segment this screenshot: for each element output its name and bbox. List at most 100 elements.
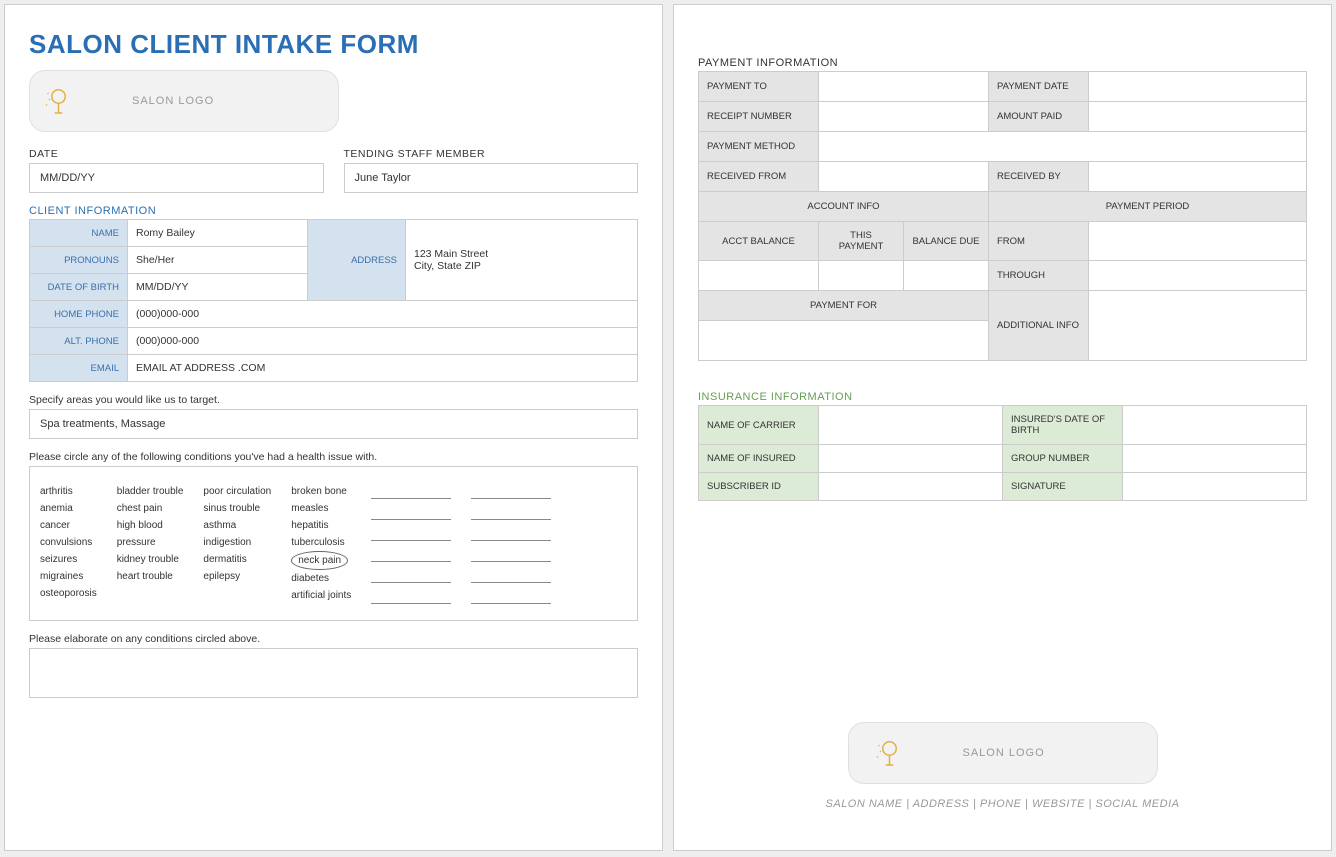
payment-to-value[interactable] [819, 72, 989, 102]
received-by-label: RECEIVED BY [989, 162, 1089, 192]
email-label: EMAIL [30, 355, 128, 382]
pronouns-label: PRONOUNS [30, 247, 128, 274]
date-input[interactable]: MM/DD/YY [29, 163, 324, 193]
condition-item[interactable]: cancer [40, 517, 97, 534]
payment-method-value[interactable] [819, 132, 1307, 162]
elaborate-prompt: Please elaborate on any conditions circl… [29, 633, 638, 645]
condition-item[interactable]: measles [291, 500, 351, 517]
staff-label: TENDING STAFF MEMBER [344, 148, 639, 160]
subscriber-id-value[interactable] [819, 473, 1003, 501]
additional-info-value[interactable] [1089, 291, 1307, 361]
receipt-number-value[interactable] [819, 102, 989, 132]
insured-name-value[interactable] [819, 445, 1003, 473]
footer-text: SALON NAME | ADDRESS | PHONE | WEBSITE |… [674, 798, 1331, 810]
pronouns-value[interactable]: She/Her [128, 247, 308, 274]
condition-item[interactable]: broken bone [291, 483, 351, 500]
email-value[interactable]: EMAIL AT ADDRESS .COM [128, 355, 638, 382]
page-1: SALON CLIENT INTAKE FORM SALON LOGO DATE… [4, 4, 663, 851]
insured-dob-value[interactable] [1123, 406, 1307, 445]
condition-item[interactable]: artificial joints [291, 587, 351, 604]
group-number-label: GROUP NUMBER [1003, 445, 1123, 473]
condition-item[interactable]: anemia [40, 500, 97, 517]
elaborate-input[interactable] [29, 648, 638, 698]
condition-item[interactable]: tuberculosis [291, 534, 351, 551]
payment-date-value[interactable] [1089, 72, 1307, 102]
condition-item[interactable]: pressure [117, 534, 184, 551]
condition-item[interactable]: epilepsy [203, 568, 271, 585]
condition-item[interactable]: chest pain [117, 500, 184, 517]
condition-item[interactable]: migraines [40, 568, 97, 585]
condition-item[interactable]: heart trouble [117, 568, 184, 585]
received-from-value[interactable] [819, 162, 989, 192]
signature-label: SIGNATURE [1003, 473, 1123, 501]
through-label: THROUGH [989, 261, 1089, 291]
amount-paid-value[interactable] [1089, 102, 1307, 132]
conditions-box: arthritisanemiacancerconvulsionsseizures… [29, 466, 638, 621]
insured-dob-label: INSURED'S DATE OF BIRTH [1003, 406, 1123, 445]
mirror-icon [42, 86, 72, 116]
target-input[interactable]: Spa treatments, Massage [29, 409, 638, 439]
cond-col-1: arthritisanemiacancerconvulsionsseizures… [40, 483, 97, 604]
blank-col-1[interactable] [371, 483, 451, 604]
name-value[interactable]: Romy Bailey [128, 220, 308, 247]
mirror-icon [873, 738, 903, 768]
through-value[interactable] [1089, 261, 1307, 291]
condition-item[interactable]: sinus trouble [203, 500, 271, 517]
name-label: NAME [30, 220, 128, 247]
conditions-prompt: Please circle any of the following condi… [29, 451, 638, 463]
account-info-label: ACCOUNT INFO [699, 192, 989, 222]
dob-value[interactable]: MM/DD/YY [128, 274, 308, 301]
page-2: PAYMENT INFORMATION PAYMENT TO PAYMENT D… [673, 4, 1332, 851]
acct-balance-value[interactable] [699, 261, 819, 291]
condition-item[interactable]: diabetes [291, 570, 351, 587]
condition-item[interactable]: high blood [117, 517, 184, 534]
logo-text: SALON LOGO [132, 95, 214, 107]
this-payment-value[interactable] [819, 261, 904, 291]
condition-item[interactable]: kidney trouble [117, 551, 184, 568]
payment-info-title: PAYMENT INFORMATION [698, 57, 1307, 69]
acct-balance-label: ACCT BALANCE [699, 222, 819, 261]
from-label: FROM [989, 222, 1089, 261]
homephone-label: HOME PHONE [30, 301, 128, 328]
received-by-value[interactable] [1089, 162, 1307, 192]
payment-method-label: PAYMENT METHOD [699, 132, 819, 162]
payment-for-value[interactable] [699, 321, 989, 361]
condition-item[interactable]: seizures [40, 551, 97, 568]
balance-due-label: BALANCE DUE [904, 222, 989, 261]
altphone-value[interactable]: (000)000-000 [128, 328, 638, 355]
target-prompt: Specify areas you would like us to targe… [29, 394, 638, 406]
condition-item[interactable]: indigestion [203, 534, 271, 551]
condition-item[interactable]: neck pain [291, 551, 351, 570]
amount-paid-label: AMOUNT PAID [989, 102, 1089, 132]
form-title: SALON CLIENT INTAKE FORM [29, 29, 638, 60]
blank-col-2[interactable] [471, 483, 551, 604]
condition-circled[interactable]: neck pain [291, 551, 348, 570]
condition-item[interactable]: hepatitis [291, 517, 351, 534]
dob-label: DATE OF BIRTH [30, 274, 128, 301]
this-payment-label: THIS PAYMENT [819, 222, 904, 261]
condition-item[interactable]: poor circulation [203, 483, 271, 500]
client-info-table: NAME Romy Bailey ADDRESS 123 Main Street… [29, 219, 638, 382]
logo-text-footer: SALON LOGO [963, 747, 1045, 759]
from-value[interactable] [1089, 222, 1307, 261]
condition-item[interactable]: arthritis [40, 483, 97, 500]
address-value[interactable]: 123 Main StreetCity, State ZIP [406, 220, 638, 301]
condition-item[interactable]: asthma [203, 517, 271, 534]
staff-input[interactable]: June Taylor [344, 163, 639, 193]
condition-item[interactable]: bladder trouble [117, 483, 184, 500]
payment-to-label: PAYMENT TO [699, 72, 819, 102]
carrier-value[interactable] [819, 406, 1003, 445]
additional-info-label: ADDITIONAL INFO [989, 291, 1089, 361]
condition-item[interactable]: osteoporosis [40, 585, 97, 602]
homephone-value[interactable]: (000)000-000 [128, 301, 638, 328]
insurance-info-title: INSURANCE INFORMATION [698, 391, 1307, 403]
balance-due-value[interactable] [904, 261, 989, 291]
client-info-title: CLIENT INFORMATION [29, 205, 638, 217]
condition-item[interactable]: dermatitis [203, 551, 271, 568]
altphone-label: ALT. PHONE [30, 328, 128, 355]
condition-item[interactable]: convulsions [40, 534, 97, 551]
insured-name-label: NAME OF INSURED [699, 445, 819, 473]
group-number-value[interactable] [1123, 445, 1307, 473]
insurance-table: NAME OF CARRIER INSURED'S DATE OF BIRTH … [698, 405, 1307, 501]
signature-value[interactable] [1123, 473, 1307, 501]
